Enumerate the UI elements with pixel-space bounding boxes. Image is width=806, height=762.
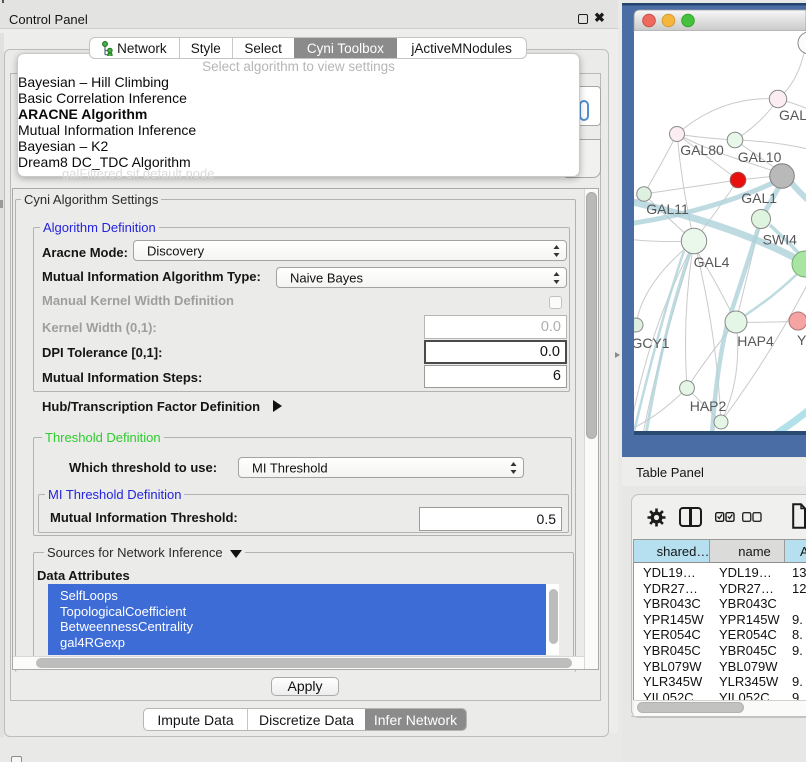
svg-text:GAL10: GAL10	[738, 149, 782, 165]
svg-text:HAP4: HAP4	[737, 333, 774, 349]
svg-text:GAL4: GAL4	[694, 254, 730, 270]
svg-text:GAL2: GAL2	[779, 107, 806, 123]
svg-text:YM: YM	[797, 332, 806, 348]
svg-text:HAP2: HAP2	[690, 398, 727, 414]
svg-text:GAL11: GAL11	[646, 201, 689, 217]
svg-text:GAL80: GAL80	[680, 142, 724, 158]
svg-text:GCY1: GCY1	[631, 335, 669, 351]
svg-text:SWI4: SWI4	[763, 232, 797, 248]
svg-text:GAL1: GAL1	[741, 190, 777, 206]
